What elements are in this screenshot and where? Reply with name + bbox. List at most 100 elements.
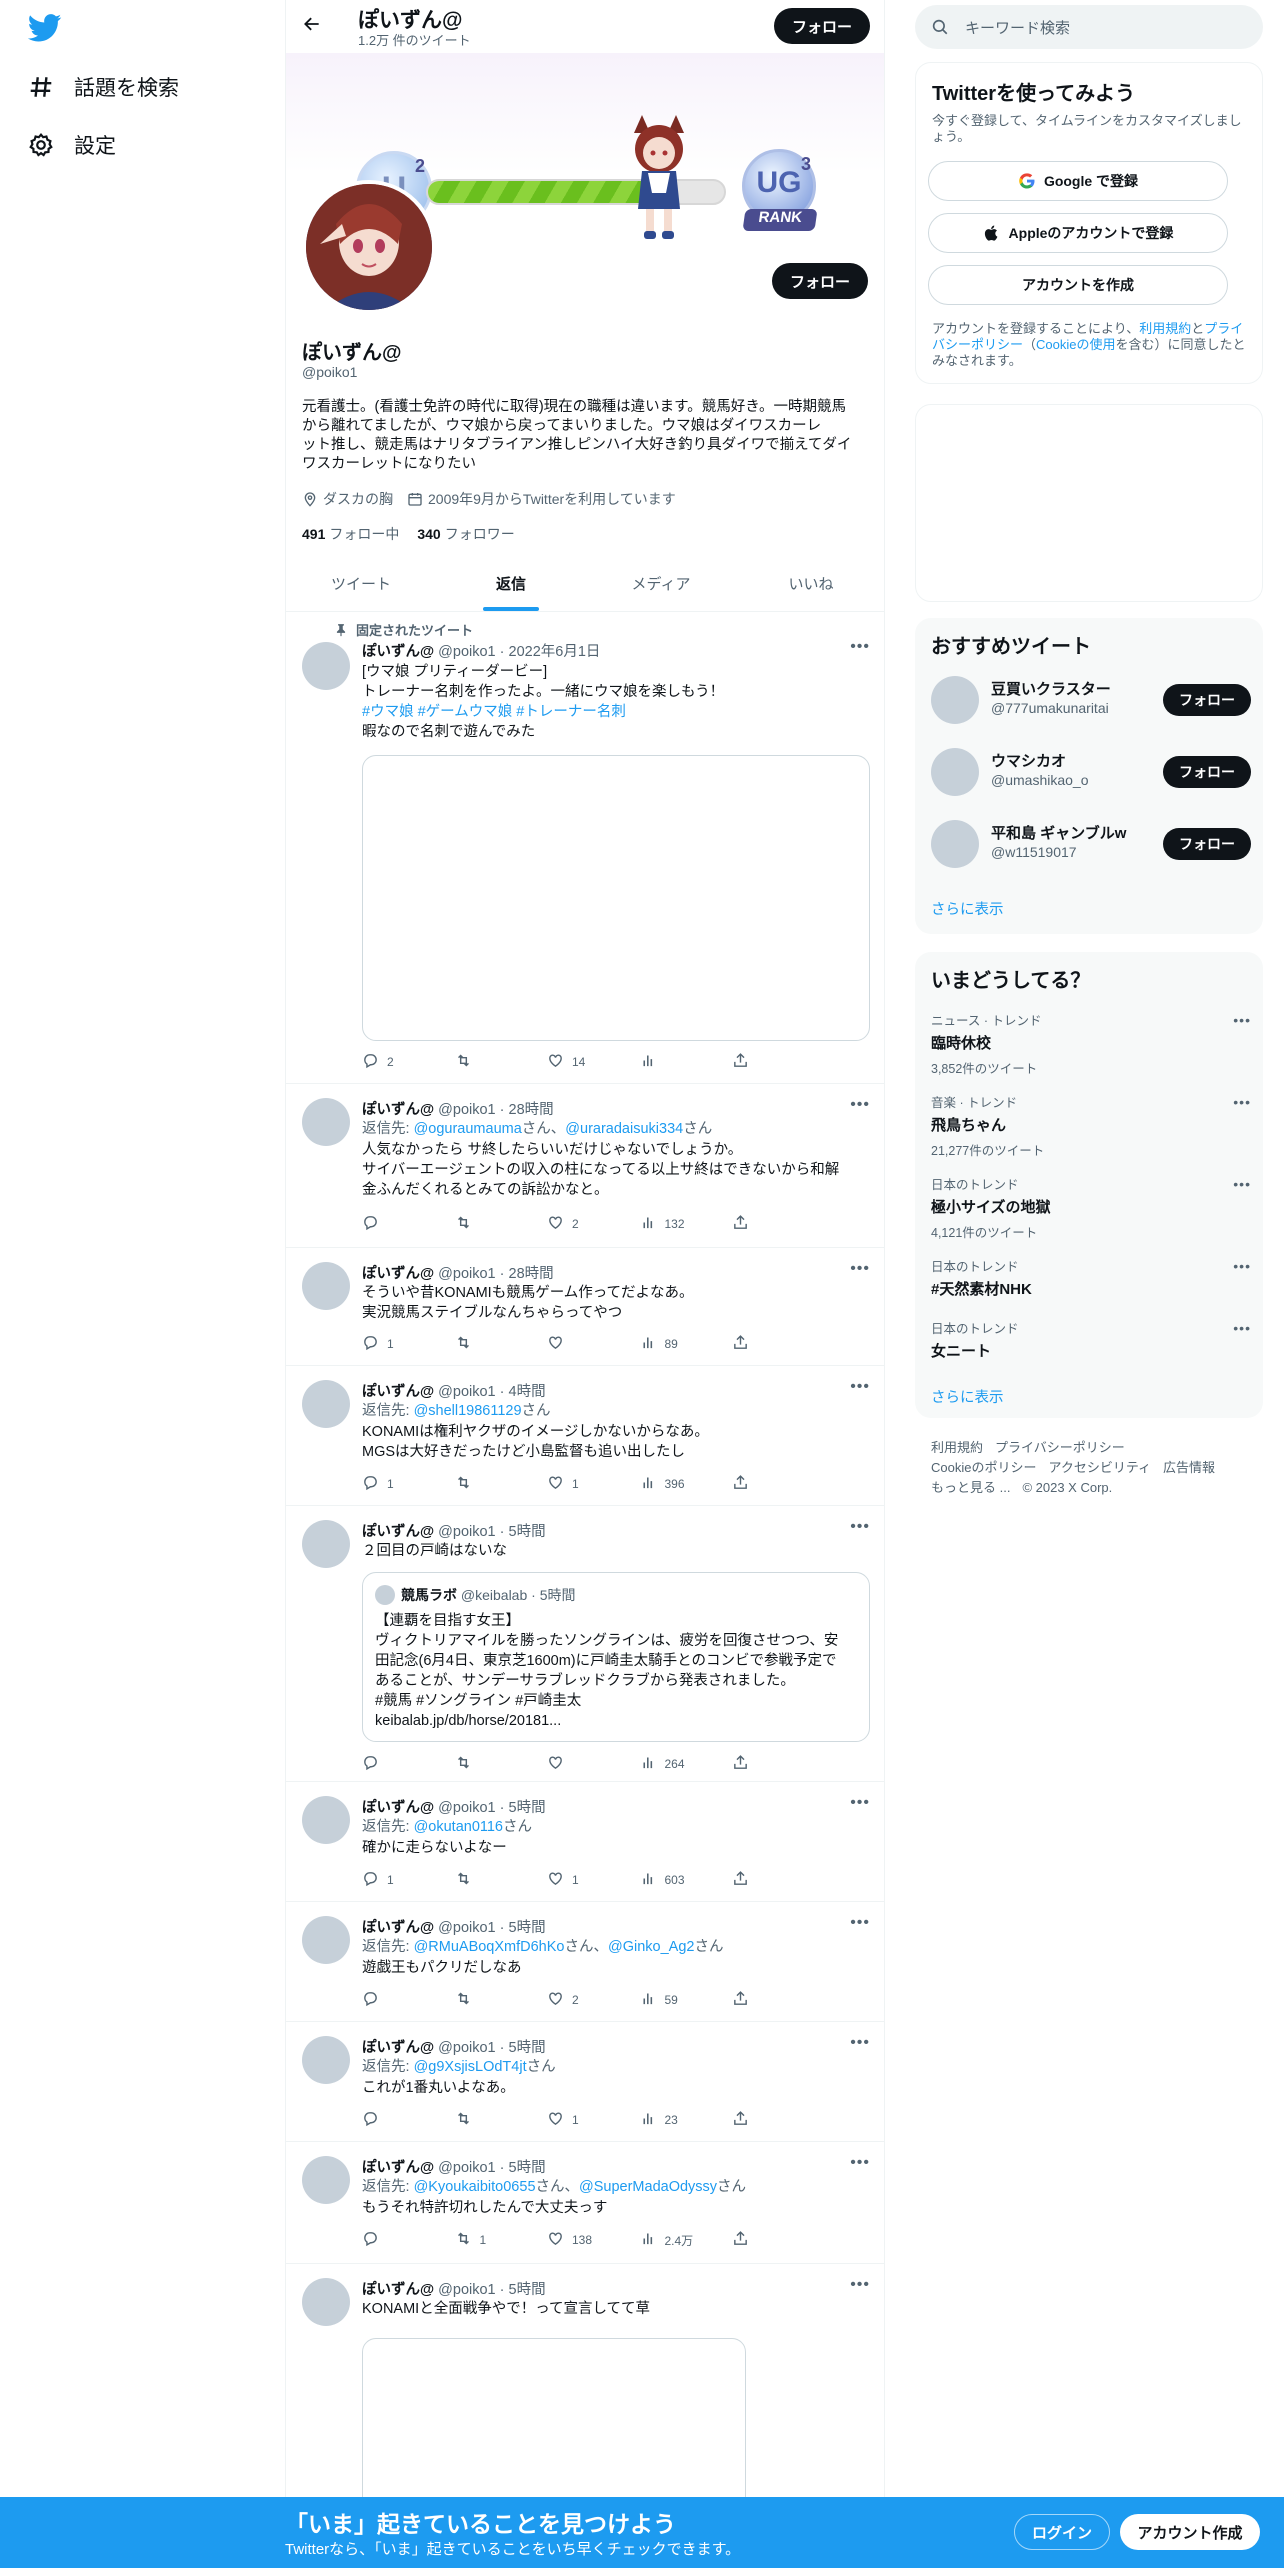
like-action[interactable] (547, 1334, 607, 1354)
tweet-author-name[interactable]: ぽいずん@ (362, 1102, 434, 1118)
tweet-author-name[interactable]: ぽいずん@ (362, 644, 434, 660)
rt-action[interactable] (455, 1052, 515, 1072)
reply-action[interactable] (362, 1990, 422, 2010)
recommended-user[interactable]: 豆買いクラスター @777umakunaritai フォロー (931, 672, 1251, 728)
trend-item[interactable]: 日本のトレンド 女ニート ••• (931, 1318, 1251, 1361)
share-action[interactable] (732, 2230, 792, 2250)
trends-more-link[interactable]: さらに表示 (931, 1386, 1004, 1407)
tweet-item[interactable]: 固定されたツイート ぽいずん@ @poiko1 · 2022年6月1日 ••• … (286, 612, 884, 1084)
like-action[interactable]: 2 (547, 1990, 607, 2010)
rt-action[interactable] (455, 2110, 515, 2130)
like-action[interactable]: 1 (547, 1870, 607, 1890)
views-action[interactable]: 59 (640, 1990, 700, 2010)
like-action[interactable]: 138 (547, 2230, 607, 2250)
reply-action[interactable]: 1 (362, 1474, 422, 1494)
reply-action[interactable] (362, 1754, 422, 1774)
footer-ads-link[interactable]: 広告情報 (1163, 1460, 1215, 1475)
reply-action[interactable] (362, 1214, 422, 1234)
more-options-icon[interactable]: ••• (850, 1260, 870, 1278)
recommended-follow-button[interactable]: フォロー (1163, 684, 1251, 716)
twitter-logo-icon[interactable] (28, 14, 62, 42)
reply-action[interactable]: 2 (362, 1052, 422, 1072)
trend-more-icon[interactable]: ••• (1233, 1258, 1251, 1274)
tweet-avatar[interactable] (302, 1916, 350, 1964)
tweet-avatar[interactable] (302, 1796, 350, 1844)
tweet-author-name[interactable]: ぽいずん@ (362, 2040, 434, 2056)
share-action[interactable] (732, 1052, 792, 1072)
share-action[interactable] (732, 1870, 792, 1890)
like-action[interactable] (547, 1754, 607, 1774)
terms-link[interactable]: 利用規約 (1139, 321, 1191, 336)
trend-item[interactable]: 日本のトレンド 極小サイズの地獄 4,121件のツイート ••• (931, 1174, 1251, 1241)
recommended-more-link[interactable]: さらに表示 (931, 898, 1004, 919)
share-action[interactable] (732, 1214, 792, 1234)
more-options-icon[interactable]: ••• (850, 1794, 870, 1812)
tweet-avatar[interactable] (302, 1098, 350, 1146)
tweet-media[interactable] (362, 755, 870, 1041)
cookie-link[interactable]: Cookieの使用 (1036, 337, 1115, 352)
rt-action[interactable] (455, 1870, 515, 1890)
tweet-item[interactable]: ぽいずん@ @poiko1 · 5時間 ••• 返信先: @g9XsjisLOd… (286, 2022, 884, 2142)
tweet-hashtags[interactable]: #ウマ娘 #ゲームウマ娘 #トレーナー名刺 (362, 702, 626, 722)
quoted-tweet[interactable]: 競馬ラボ @keibalab · 5時間 【連覇を目指す女王】 ヴィクトリアマイ… (362, 1572, 870, 1742)
share-action[interactable] (732, 2110, 792, 2130)
tweet-avatar[interactable] (302, 2278, 350, 2326)
header-follow-button[interactable]: フォロー (773, 8, 870, 44)
reply-action[interactable] (362, 2230, 422, 2250)
search-box[interactable]: キーワード検索 (915, 5, 1263, 49)
reply-action[interactable]: 1 (362, 1870, 422, 1890)
tweet-avatar[interactable] (302, 1520, 350, 1568)
tweet-author-name[interactable]: ぽいずん@ (362, 1524, 434, 1540)
tweet-item[interactable]: ぽいずん@ @poiko1 · 5時間 ••• ２回目の戸崎はないな 競馬ラボ … (286, 1506, 884, 1782)
rt-action[interactable]: 1 (455, 2230, 515, 2250)
rt-action[interactable] (455, 1754, 515, 1774)
recommended-user[interactable]: ウマシカオ @umashikao_o フォロー (931, 744, 1251, 800)
tweet-author-name[interactable]: ぽいずん@ (362, 1384, 434, 1400)
tweet-item[interactable]: ぽいずん@ @poiko1 · 28時間 ••• 返信先: @oguraumau… (286, 1084, 884, 1248)
tweet-avatar[interactable] (302, 1380, 350, 1428)
tab-likes[interactable]: いいね (736, 560, 884, 611)
tweet-item[interactable]: ぽいずん@ @poiko1 · 4時間 ••• 返信先: @shell19861… (286, 1366, 884, 1506)
more-options-icon[interactable]: ••• (850, 2154, 870, 2172)
signup-button[interactable]: アカウント作成 (1120, 2514, 1260, 2550)
more-options-icon[interactable]: ••• (850, 1378, 870, 1396)
reply-to-user[interactable]: @RMuABoqXmfD6hKo (414, 1939, 565, 1955)
reply-to-user[interactable]: @Ginko_Ag2 (608, 1939, 694, 1955)
following-link[interactable]: 491 フォロー中 (302, 524, 399, 544)
trend-more-icon[interactable]: ••• (1233, 1320, 1251, 1336)
views-action[interactable]: 2.4万 (640, 2230, 700, 2250)
more-options-icon[interactable]: ••• (850, 1518, 870, 1536)
followers-link[interactable]: 340 フォロワー (417, 524, 514, 544)
share-action[interactable] (732, 1334, 792, 1354)
views-action[interactable]: 132 (640, 1214, 700, 1234)
more-options-icon[interactable]: ••• (850, 638, 870, 656)
nav-explore[interactable]: 話題を検索 (28, 72, 179, 102)
create-account-button[interactable]: アカウントを作成 (928, 265, 1228, 305)
tweet-author-name[interactable]: ぽいずん@ (362, 1800, 434, 1816)
trend-item[interactable]: 音楽 · トレンド 飛鳥ちゃん 21,277件のツイート ••• (931, 1092, 1251, 1159)
like-action[interactable]: 1 (547, 2110, 607, 2130)
reply-to-user[interactable]: @okutan0116 (414, 1819, 503, 1835)
share-action[interactable] (732, 1990, 792, 2010)
tweet-time[interactable]: 28時間 (509, 1266, 554, 1282)
tweet-author-name[interactable]: ぽいずん@ (362, 2282, 434, 2298)
back-arrow-icon[interactable] (302, 14, 322, 40)
profile-avatar[interactable] (302, 180, 436, 314)
tweet-author-name[interactable]: ぽいずん@ (362, 1266, 434, 1282)
views-action[interactable]: 23 (640, 2110, 700, 2130)
tweet-time[interactable]: 2022年6月1日 (509, 644, 601, 660)
trend-more-icon[interactable]: ••• (1233, 1094, 1251, 1110)
tweet-item[interactable]: ぽいずん@ @poiko1 · 28時間 ••• そういや昔KONAMIも競馬ゲ… (286, 1248, 884, 1366)
share-action[interactable] (732, 1754, 792, 1774)
footer-more-link[interactable]: もっと見る ... (931, 1480, 1010, 1495)
share-action[interactable] (732, 1474, 792, 1494)
views-action[interactable] (640, 1052, 700, 1072)
rt-action[interactable] (455, 1474, 515, 1494)
trend-item[interactable]: ニュース · トレンド 臨時休校 3,852件のツイート ••• (931, 1010, 1251, 1077)
tweet-item[interactable]: ぽいずん@ @poiko1 · 5時間 ••• 返信先: @Kyoukaibit… (286, 2142, 884, 2264)
tweet-author-name[interactable]: ぽいずん@ (362, 2160, 434, 2176)
views-action[interactable]: 89 (640, 1334, 700, 1354)
google-signup-button[interactable]: Google で登録 (928, 161, 1228, 201)
tweet-time[interactable]: 5時間 (509, 1920, 546, 1936)
trend-more-icon[interactable]: ••• (1233, 1176, 1251, 1192)
